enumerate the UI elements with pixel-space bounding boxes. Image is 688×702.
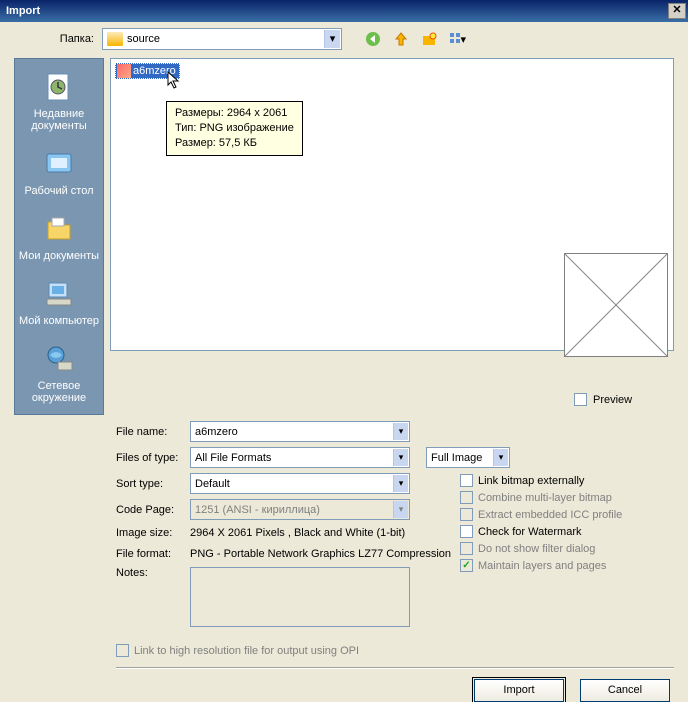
filetype-label: Files of type: bbox=[116, 452, 182, 464]
extract-row: Extract embedded ICC profile bbox=[460, 508, 622, 521]
folder-dropdown[interactable]: source ▾ bbox=[102, 28, 342, 50]
filetype-dropdown[interactable]: All File Formats▾ bbox=[190, 447, 410, 468]
filter-row: Do not show filter dialog bbox=[460, 542, 622, 555]
sidebar-item-label: Мои документы bbox=[19, 250, 99, 262]
notes-textarea bbox=[190, 567, 410, 627]
desktop-icon bbox=[41, 146, 77, 182]
sidebar-item-recent[interactable]: Недавние документы bbox=[17, 69, 101, 132]
filename-input[interactable]: a6mzero▾ bbox=[190, 421, 410, 442]
codepage-dropdown: 1251 (ANSI - кириллица)▾ bbox=[190, 499, 410, 520]
watermark-row[interactable]: Check for Watermark bbox=[460, 525, 622, 538]
opi-label: Link to high resolution file for output … bbox=[134, 645, 359, 657]
sidebar-item-label: Рабочий стол bbox=[24, 185, 93, 197]
button-row: Import Cancel bbox=[116, 679, 674, 702]
fullimage-dropdown[interactable]: Full Image▾ bbox=[426, 447, 510, 468]
sidebar-item-label: Недавние документы bbox=[31, 108, 87, 132]
chevron-down-icon[interactable]: ▾ bbox=[393, 449, 408, 466]
sidebar-item-network[interactable]: Сетевое окружение bbox=[17, 341, 101, 404]
form-area: File name: a6mzero▾ Files of type: All F… bbox=[0, 415, 688, 702]
window-title: Import bbox=[6, 5, 40, 17]
checkbox bbox=[460, 542, 473, 555]
sidebar-item-mycomputer[interactable]: Мой компьютер bbox=[19, 276, 99, 327]
back-icon[interactable] bbox=[364, 30, 382, 48]
new-folder-icon[interactable] bbox=[420, 30, 438, 48]
notes-label: Notes: bbox=[116, 567, 182, 579]
file-tooltip: Размеры: 2964 x 2061 Тип: PNG изображени… bbox=[166, 101, 303, 156]
sidebar-item-label: Мой компьютер bbox=[19, 315, 99, 327]
tooltip-line: Размер: 57,5 КБ bbox=[175, 136, 294, 151]
checkbox bbox=[460, 491, 473, 504]
titlebar: Import ✕ bbox=[0, 0, 688, 22]
preview-label: Preview bbox=[593, 394, 632, 406]
computer-icon bbox=[41, 276, 77, 312]
view-mode-icon[interactable]: ▾ bbox=[448, 30, 466, 48]
preview-thumbnail bbox=[564, 253, 668, 357]
options-checkboxes: Link bitmap externally Combine multi-lay… bbox=[460, 474, 622, 572]
cancel-button[interactable]: Cancel bbox=[580, 679, 670, 702]
sort-label: Sort type: bbox=[116, 478, 182, 490]
file-icon bbox=[117, 64, 131, 78]
folder-label: Папка: bbox=[14, 33, 94, 45]
sidebar-item-label: Сетевое окружение bbox=[32, 380, 86, 404]
up-icon[interactable] bbox=[392, 30, 410, 48]
imagesize-value: 2964 X 2061 Pixels , Black and White (1-… bbox=[190, 525, 405, 541]
link-ext-row[interactable]: Link bitmap externally bbox=[460, 474, 622, 487]
combine-row: Combine multi-layer bitmap bbox=[460, 491, 622, 504]
chevron-down-icon[interactable]: ▾ bbox=[393, 423, 408, 440]
preview-checkbox-row[interactable]: Preview bbox=[574, 393, 632, 406]
imagesize-label: Image size: bbox=[116, 527, 182, 539]
tooltip-line: Тип: PNG изображение bbox=[175, 121, 294, 136]
sidebar: Недавние документы Рабочий стол Мои доку… bbox=[14, 58, 104, 415]
close-button[interactable]: ✕ bbox=[668, 3, 686, 19]
fileformat-label: File format: bbox=[116, 548, 182, 560]
chevron-down-icon[interactable]: ▾ bbox=[393, 475, 408, 492]
maintain-row: Maintain layers and pages bbox=[460, 559, 622, 572]
mydocs-icon bbox=[41, 211, 77, 247]
recent-docs-icon bbox=[41, 69, 77, 105]
folder-row: Папка: source ▾ ▾ bbox=[0, 22, 688, 58]
codepage-label: Code Page: bbox=[116, 504, 182, 516]
checkbox bbox=[460, 559, 473, 572]
sidebar-item-mydocs[interactable]: Мои документы bbox=[19, 211, 99, 262]
separator bbox=[116, 667, 674, 669]
folder-icon bbox=[107, 32, 123, 46]
checkbox[interactable] bbox=[460, 474, 473, 487]
import-button[interactable]: Import bbox=[474, 679, 564, 702]
checkbox bbox=[460, 508, 473, 521]
cursor-icon bbox=[167, 71, 183, 91]
network-icon bbox=[41, 341, 77, 377]
toolbar-icons: ▾ bbox=[364, 30, 466, 48]
opi-row: Link to high resolution file for output … bbox=[116, 632, 674, 663]
chevron-down-icon[interactable]: ▾ bbox=[493, 449, 508, 466]
chevron-down-icon[interactable]: ▾ bbox=[324, 30, 340, 48]
sidebar-item-desktop[interactable]: Рабочий стол bbox=[24, 146, 93, 197]
folder-value: source bbox=[127, 33, 160, 45]
checkbox[interactable] bbox=[460, 525, 473, 538]
tooltip-line: Размеры: 2964 x 2061 bbox=[175, 106, 294, 121]
chevron-down-icon: ▾ bbox=[393, 501, 408, 518]
filename-label: File name: bbox=[116, 426, 182, 438]
checkbox bbox=[116, 644, 129, 657]
fileformat-value: PNG - Portable Network Graphics LZ77 Com… bbox=[190, 546, 451, 562]
preview-checkbox[interactable] bbox=[574, 393, 587, 406]
sort-dropdown[interactable]: Default▾ bbox=[190, 473, 410, 494]
